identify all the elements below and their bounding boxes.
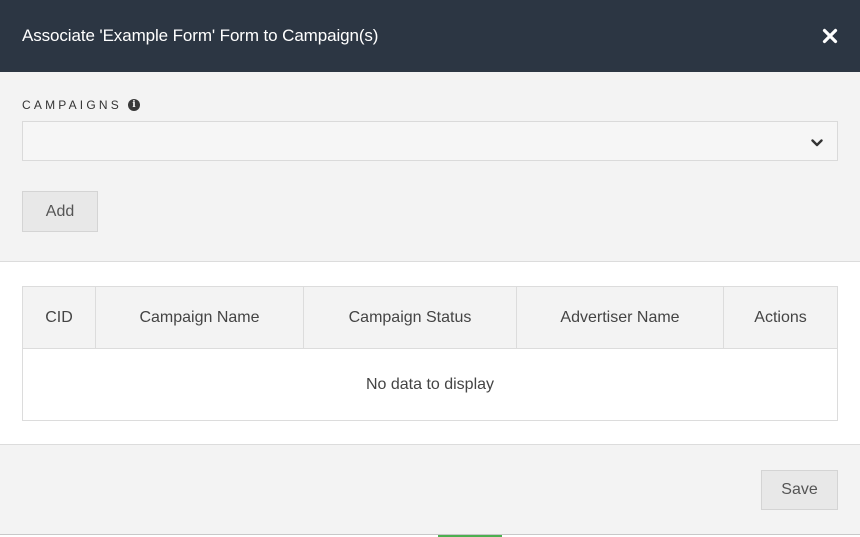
- column-header-cid[interactable]: CID: [23, 287, 96, 348]
- add-button[interactable]: Add: [22, 191, 98, 232]
- modal-header: Associate 'Example Form' Form to Campaig…: [0, 0, 860, 72]
- modal-footer: Save: [0, 445, 860, 534]
- column-header-campaign-name[interactable]: Campaign Name: [96, 287, 304, 348]
- campaigns-label-text: CAMPAIGNS: [22, 98, 122, 112]
- column-header-advertiser-name[interactable]: Advertiser Name: [517, 287, 724, 348]
- chevron-down-icon[interactable]: [811, 136, 823, 148]
- save-button[interactable]: Save: [761, 470, 838, 510]
- campaign-selection-section: CAMPAIGNS i Add: [0, 72, 860, 262]
- associate-form-modal: Associate 'Example Form' Form to Campaig…: [0, 0, 860, 535]
- close-icon[interactable]: [820, 26, 840, 46]
- associated-campaigns-section: CID Campaign Name Campaign Status Advert…: [0, 262, 860, 445]
- campaigns-select[interactable]: [22, 121, 838, 161]
- column-header-actions: Actions: [754, 308, 807, 326]
- campaigns-field-label: CAMPAIGNS i: [22, 98, 838, 112]
- column-header-campaign-status[interactable]: Campaign Status: [304, 287, 517, 348]
- table-empty-message: No data to display: [23, 349, 837, 420]
- modal-title: Associate 'Example Form' Form to Campaig…: [22, 26, 379, 45]
- campaigns-table: CID Campaign Name Campaign Status Advert…: [22, 286, 838, 421]
- table-header-row: CID Campaign Name Campaign Status Advert…: [23, 287, 837, 349]
- info-icon[interactable]: i: [127, 99, 140, 111]
